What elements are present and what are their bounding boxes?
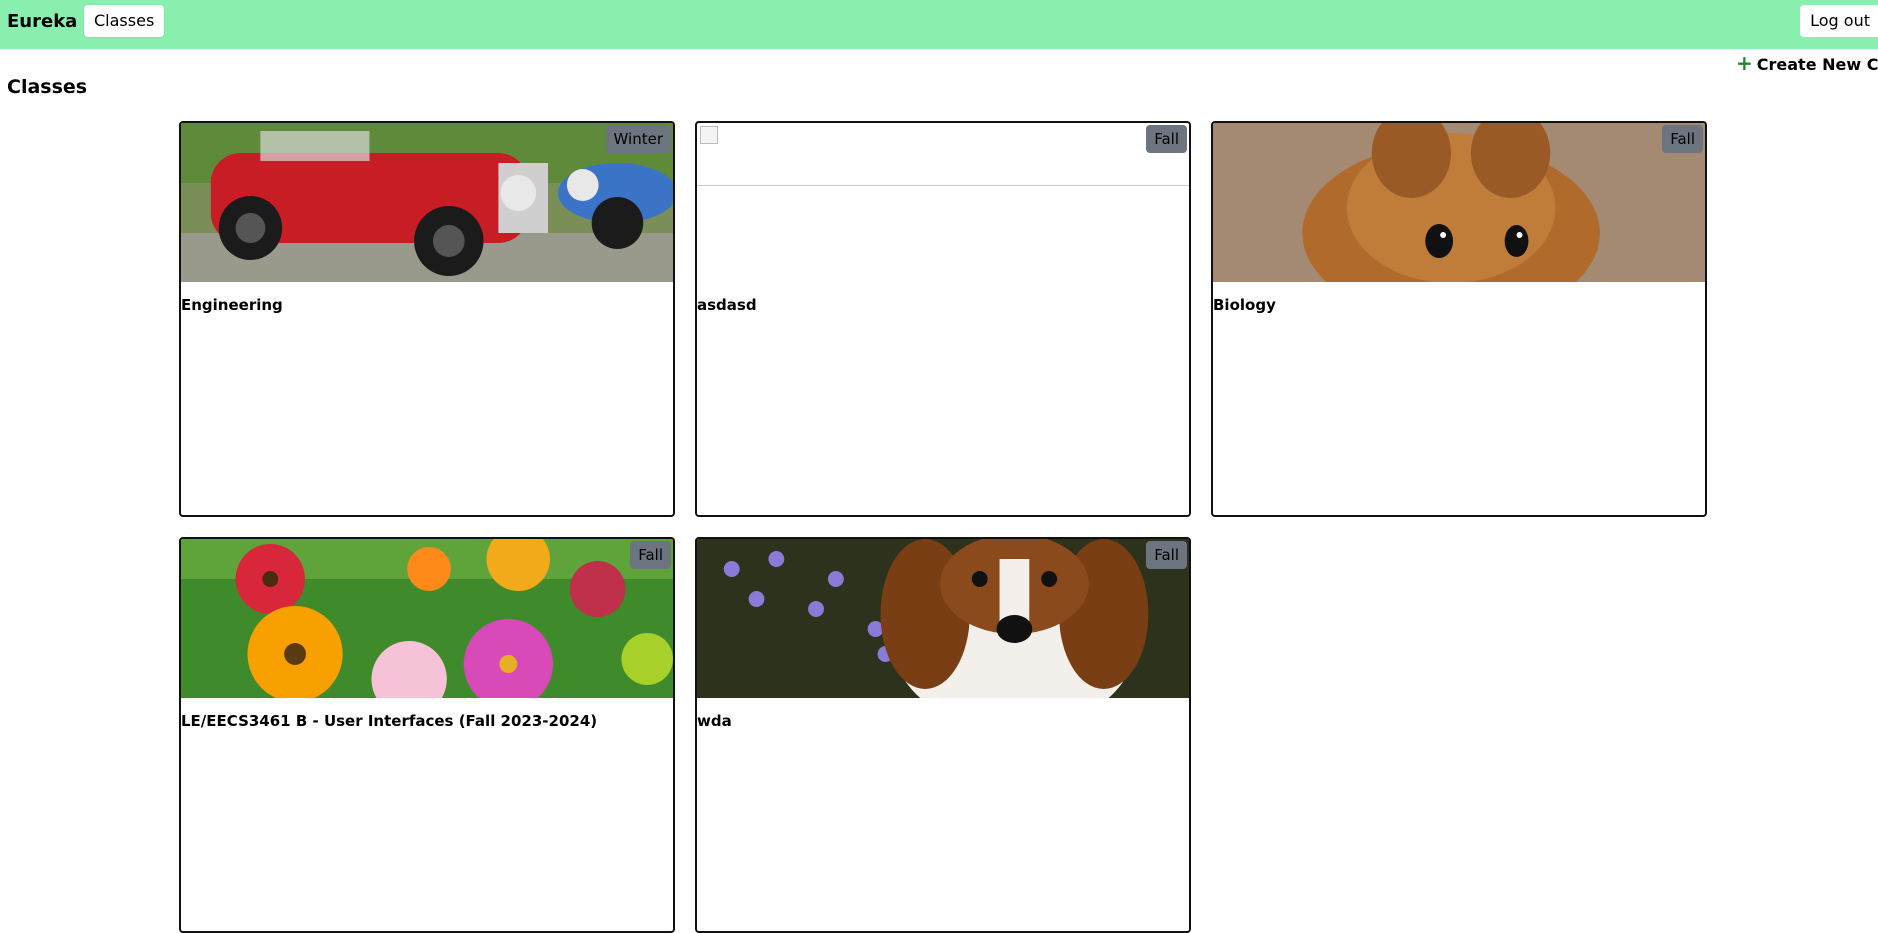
class-image-flowers <box>181 539 673 698</box>
brand-logo[interactable]: Eureka <box>7 11 77 32</box>
term-badge: Fall <box>1146 541 1187 569</box>
term-badge: Winter <box>605 125 671 153</box>
class-image-puppy <box>697 539 1189 698</box>
nav-classes-button[interactable]: Classes <box>84 5 165 37</box>
class-card-biology[interactable]: Fall Biology <box>1211 121 1707 517</box>
class-card-wda[interactable]: Fall wda <box>695 537 1191 933</box>
class-title[interactable]: Biology <box>1213 296 1276 314</box>
term-badge: Fall <box>1662 125 1703 153</box>
term-badge: Fall <box>630 541 671 569</box>
class-card-asdasd[interactable]: Fall asdasd <box>695 121 1191 517</box>
top-navbar: Eureka Classes Log out <box>0 0 1878 49</box>
class-card-engineering[interactable]: Winter Engineering <box>179 121 675 517</box>
broken-image-icon <box>700 126 718 144</box>
class-title[interactable]: Engineering <box>181 296 283 314</box>
class-title[interactable]: LE/EECS3461 B - User Interfaces (Fall 20… <box>181 712 597 730</box>
class-image-mouse <box>1213 123 1705 282</box>
class-card-eecs3461[interactable]: Fall LE/EECS3461 B - User Interfaces (Fa… <box>179 537 675 933</box>
class-title[interactable]: wda <box>697 712 732 730</box>
logout-button[interactable]: Log out <box>1800 5 1878 37</box>
class-title[interactable]: asdasd <box>697 296 757 314</box>
page-title: Classes <box>7 76 88 98</box>
broken-image <box>697 123 1189 186</box>
term-badge: Fall <box>1146 125 1187 153</box>
class-image-car <box>181 123 673 282</box>
create-new-class-label: Create New Class <box>1756 55 1878 74</box>
plus-icon: + <box>1736 51 1753 75</box>
create-new-class-button[interactable]: +Create New Class <box>1736 51 1878 75</box>
